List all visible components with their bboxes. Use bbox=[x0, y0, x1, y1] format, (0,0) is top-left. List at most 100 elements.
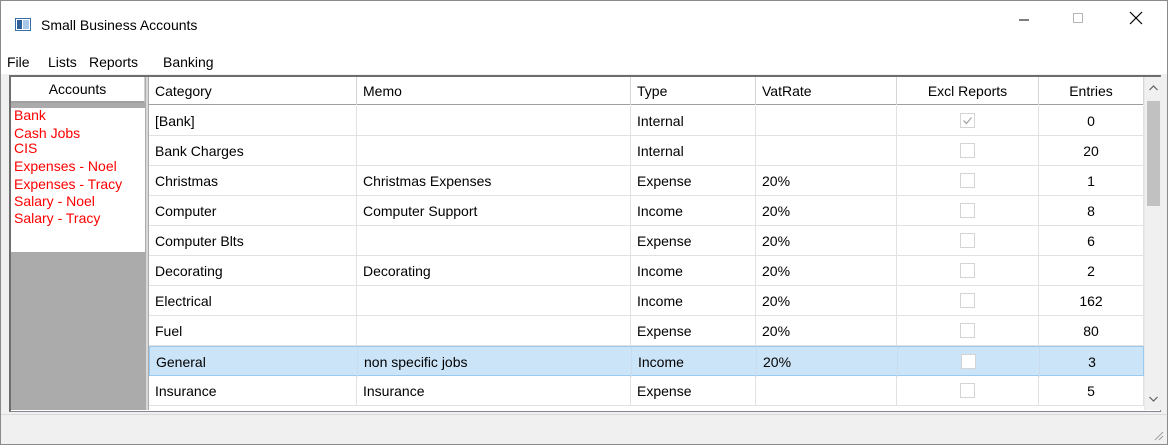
cell-entries[interactable]: 6 bbox=[1039, 226, 1144, 256]
excl-reports-checkbox[interactable] bbox=[960, 173, 975, 188]
cell-vatrate[interactable] bbox=[756, 376, 897, 406]
cell-category[interactable]: Computer Blts bbox=[149, 226, 357, 256]
cell-memo[interactable] bbox=[357, 316, 631, 346]
title-bar[interactable]: Small Business Accounts bbox=[1, 1, 1167, 53]
accounts-list[interactable]: Bank Cash Jobs CIS Expenses - Noel Expen… bbox=[11, 108, 145, 252]
cell-type[interactable]: Internal bbox=[631, 106, 756, 136]
excl-reports-checkbox[interactable] bbox=[960, 233, 975, 248]
cell-category[interactable]: Electrical bbox=[149, 286, 357, 316]
cell-memo[interactable]: Decorating bbox=[357, 256, 631, 286]
cell-category[interactable]: Christmas bbox=[149, 166, 357, 196]
column-header-entries[interactable]: Entries bbox=[1039, 77, 1144, 105]
cell-excl-reports bbox=[897, 286, 1039, 316]
excl-reports-checkbox[interactable] bbox=[960, 203, 975, 218]
account-item-cis[interactable]: CIS bbox=[14, 141, 37, 156]
cell-vatrate[interactable]: 20% bbox=[756, 286, 897, 316]
cell-vatrate[interactable]: 20% bbox=[756, 226, 897, 256]
account-item-bank[interactable]: Bank bbox=[14, 108, 46, 123]
excl-reports-checkbox[interactable] bbox=[960, 383, 975, 398]
cell-type[interactable]: Expense bbox=[631, 166, 756, 196]
table-row[interactable]: Fuel Expense 20% 80 bbox=[149, 316, 1144, 346]
account-item-expenses-noel[interactable]: Expenses - Noel bbox=[14, 159, 117, 174]
cell-type[interactable]: Income bbox=[631, 196, 756, 226]
cell-vatrate[interactable] bbox=[756, 106, 897, 136]
table-row[interactable]: Christmas Christmas Expenses Expense 20% 1 bbox=[149, 166, 1144, 196]
cell-type[interactable]: Income bbox=[631, 256, 756, 286]
account-item-salary-noel[interactable]: Salary - Noel bbox=[14, 194, 95, 209]
cell-memo[interactable]: Insurance bbox=[357, 376, 631, 406]
cell-category[interactable]: Insurance bbox=[149, 376, 357, 406]
cell-entries[interactable]: 80 bbox=[1039, 316, 1144, 346]
cell-type[interactable]: Expense bbox=[631, 376, 756, 406]
cell-category[interactable]: Fuel bbox=[149, 316, 357, 346]
cell-category[interactable]: Bank Charges bbox=[149, 136, 357, 166]
cell-entries[interactable]: 3 bbox=[1040, 347, 1144, 377]
cell-vatrate[interactable]: 20% bbox=[757, 347, 898, 377]
excl-reports-checkbox[interactable] bbox=[960, 323, 975, 338]
maximize-button[interactable] bbox=[1055, 1, 1101, 35]
cell-category[interactable]: Computer bbox=[149, 196, 357, 226]
cell-category[interactable]: General bbox=[150, 347, 358, 377]
column-header-memo[interactable]: Memo bbox=[357, 77, 631, 105]
vertical-scrollbar[interactable] bbox=[1144, 77, 1161, 410]
scroll-thumb[interactable] bbox=[1147, 101, 1160, 206]
table-row[interactable]: Computer Blts Expense 20% 6 bbox=[149, 226, 1144, 256]
cell-type[interactable]: Income bbox=[632, 347, 757, 377]
column-header-type[interactable]: Type bbox=[631, 77, 756, 105]
menu-reports[interactable]: Reports bbox=[89, 54, 138, 70]
column-header-excl-reports[interactable]: Excl Reports bbox=[897, 77, 1039, 105]
cell-memo[interactable] bbox=[357, 136, 631, 166]
excl-reports-checkbox[interactable] bbox=[960, 143, 975, 158]
cell-excl-reports bbox=[898, 347, 1040, 377]
table-row[interactable]: General non specific jobs Income 20% 3 bbox=[149, 346, 1144, 377]
table-row[interactable]: Decorating Decorating Income 20% 2 bbox=[149, 256, 1144, 286]
cell-type[interactable]: Expense bbox=[631, 226, 756, 256]
menu-lists[interactable]: Lists bbox=[48, 54, 77, 70]
cell-entries[interactable]: 2 bbox=[1039, 256, 1144, 286]
menu-banking[interactable]: Banking bbox=[163, 54, 214, 70]
excl-reports-checkbox[interactable] bbox=[960, 113, 975, 128]
cell-memo[interactable]: Christmas Expenses bbox=[357, 166, 631, 196]
close-button[interactable] bbox=[1113, 1, 1159, 35]
menu-file[interactable]: File bbox=[7, 54, 30, 70]
column-header-vatrate[interactable]: VatRate bbox=[756, 77, 897, 105]
column-header-category[interactable]: Category bbox=[149, 77, 357, 105]
cell-memo[interactable]: non specific jobs bbox=[358, 347, 632, 377]
cell-entries[interactable]: 162 bbox=[1039, 286, 1144, 316]
cell-category[interactable]: Decorating bbox=[149, 256, 357, 286]
table-row[interactable]: [Bank] Internal 0 bbox=[149, 106, 1144, 136]
cell-memo[interactable] bbox=[357, 226, 631, 256]
table-row[interactable]: Computer Computer Support Income 20% 8 bbox=[149, 196, 1144, 226]
cell-entries[interactable]: 0 bbox=[1039, 106, 1144, 136]
excl-reports-checkbox[interactable] bbox=[960, 293, 975, 308]
scroll-down-button[interactable] bbox=[1145, 390, 1162, 407]
cell-vatrate[interactable]: 20% bbox=[756, 316, 897, 346]
account-item-salary-tracy[interactable]: Salary - Tracy bbox=[14, 211, 100, 226]
accounts-header[interactable]: Accounts bbox=[11, 77, 145, 103]
excl-reports-checkbox[interactable] bbox=[961, 354, 976, 369]
cell-type[interactable]: Income bbox=[631, 286, 756, 316]
table-row[interactable]: Insurance Insurance Expense 5 bbox=[149, 376, 1144, 406]
cell-vatrate[interactable]: 20% bbox=[756, 256, 897, 286]
cell-memo[interactable]: Computer Support bbox=[357, 196, 631, 226]
table-row[interactable]: Bank Charges Internal 20 bbox=[149, 136, 1144, 166]
table-row[interactable]: Electrical Income 20% 162 bbox=[149, 286, 1144, 316]
cell-type[interactable]: Expense bbox=[631, 316, 756, 346]
cell-vatrate[interactable]: 20% bbox=[756, 166, 897, 196]
account-item-cash-jobs[interactable]: Cash Jobs bbox=[14, 126, 80, 141]
excl-reports-checkbox[interactable] bbox=[960, 263, 975, 278]
scroll-up-button[interactable] bbox=[1145, 79, 1162, 96]
cell-category[interactable]: [Bank] bbox=[149, 106, 357, 136]
account-item-expenses-tracy[interactable]: Expenses - Tracy bbox=[14, 177, 122, 192]
cell-entries[interactable]: 8 bbox=[1039, 196, 1144, 226]
cell-entries[interactable]: 20 bbox=[1039, 136, 1144, 166]
cell-vatrate[interactable] bbox=[756, 136, 897, 166]
cell-entries[interactable]: 1 bbox=[1039, 166, 1144, 196]
minimize-button[interactable] bbox=[1001, 1, 1047, 35]
cell-memo[interactable] bbox=[357, 286, 631, 316]
cell-type[interactable]: Internal bbox=[631, 136, 756, 166]
cell-entries[interactable]: 5 bbox=[1039, 376, 1144, 406]
cell-memo[interactable] bbox=[357, 106, 631, 136]
resize-grip-icon[interactable] bbox=[1152, 429, 1164, 441]
cell-vatrate[interactable]: 20% bbox=[756, 196, 897, 226]
